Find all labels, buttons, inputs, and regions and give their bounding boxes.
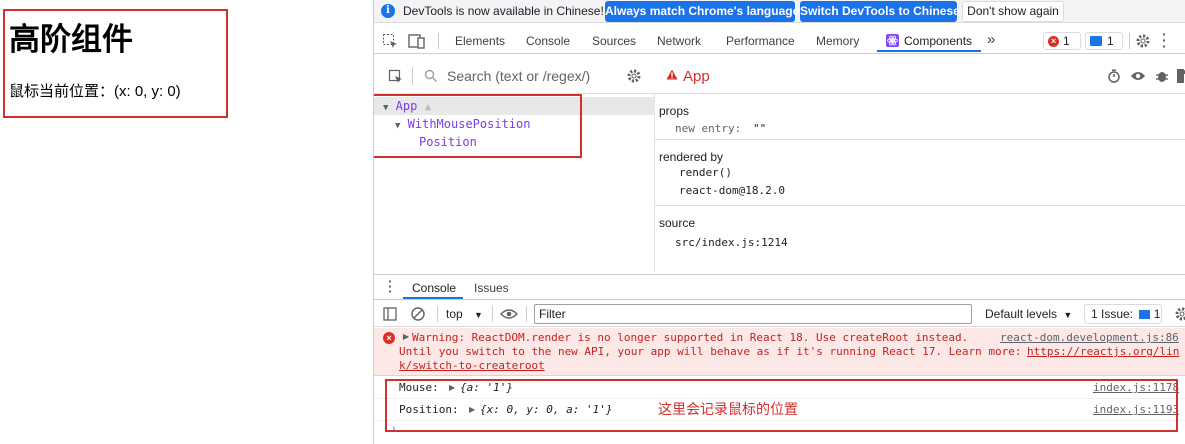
context-value: top xyxy=(446,307,463,321)
tab-elements[interactable]: Elements xyxy=(455,34,505,48)
props-new-entry-value[interactable]: "" xyxy=(753,122,766,135)
expand-arrow-icon[interactable]: ▶ xyxy=(403,332,409,341)
message-count-badge[interactable]: 1 xyxy=(1085,32,1123,50)
settings-gear-icon[interactable] xyxy=(1135,33,1151,49)
dropdown-arrow-icon: ▼ xyxy=(474,310,483,320)
component-search-input[interactable]: Search (text or /regex/) xyxy=(447,68,590,84)
props-label: props xyxy=(659,104,690,118)
source-section: source src/index.js:1214 xyxy=(655,206,1185,272)
tab-separator xyxy=(1129,33,1130,49)
infobar-message: DevTools is now available in Chinese! xyxy=(403,4,604,18)
error-icon: × xyxy=(1048,36,1059,47)
console-warning-message[interactable]: × ▶ Warning: ReactDOM.render is no longe… xyxy=(374,328,1185,376)
drawer-tab-bar: · · · Console Issues xyxy=(374,274,1185,300)
annotation-box-page xyxy=(3,9,228,118)
match-language-button[interactable]: Always match Chrome's language xyxy=(605,1,799,22)
error-count: 1 xyxy=(1063,34,1070,48)
component-settings-icon[interactable] xyxy=(626,68,642,84)
tab-network[interactable]: Network xyxy=(657,34,701,48)
warning-line-2: Until you switch to the new API, your ap… xyxy=(399,345,1022,358)
message-icon xyxy=(1090,36,1102,46)
tab-console[interactable]: Console xyxy=(526,34,570,48)
annotation-box-tree xyxy=(374,94,582,158)
rendered-by-section: rendered by render() react-dom@18.2.0 xyxy=(655,140,1185,206)
props-section: props new entry: "" xyxy=(655,94,1185,140)
more-tabs-button[interactable]: » xyxy=(987,31,995,48)
toolbar-separator xyxy=(412,67,413,85)
components-search-toolbar: Search (text or /regex/) xyxy=(374,56,655,94)
view-source-icon[interactable] xyxy=(1177,69,1185,83)
source-location[interactable]: src/index.js:1214 xyxy=(675,236,788,249)
toolbar-separator xyxy=(492,306,493,322)
warning-docs-link[interactable]: https://reactjs.org/lin xyxy=(1027,345,1179,359)
annotation-box-console xyxy=(385,379,1178,432)
tab-memory[interactable]: Memory xyxy=(816,34,859,48)
dont-show-again-button[interactable]: Don't show again xyxy=(962,1,1064,22)
sidebar-toggle-icon[interactable] xyxy=(383,307,397,321)
toolbar-separator xyxy=(437,306,438,322)
console-filter-input[interactable]: Filter xyxy=(534,304,972,324)
switch-chinese-button[interactable]: Switch DevTools to Chinese xyxy=(800,1,960,22)
language-infobar: i DevTools is now available in Chinese! … xyxy=(374,0,1185,23)
log-levels-dropdown[interactable]: Default levels ▼ xyxy=(985,307,1072,321)
source-label: source xyxy=(659,216,696,230)
stopwatch-icon[interactable] xyxy=(1107,69,1121,83)
drawer-active-indicator xyxy=(403,297,463,299)
tab-separator xyxy=(438,33,439,49)
rendered-by-react-dom: react-dom@18.2.0 xyxy=(679,184,785,197)
component-details: App props new entry: "" rendered by rend… xyxy=(655,56,1185,272)
rendered-by-label: rendered by xyxy=(659,150,724,164)
console-settings-icon[interactable] xyxy=(1174,306,1185,322)
react-components-icon xyxy=(886,34,899,47)
selected-component-name: App xyxy=(683,68,710,85)
message-count: 1 xyxy=(1107,34,1114,48)
main-tab-bar: Elements Console Sources Network Perform… xyxy=(374,27,1185,54)
log-levels-value: Default levels xyxy=(985,307,1058,321)
bug-icon[interactable] xyxy=(1155,68,1169,84)
drawer-tab-console[interactable]: Console xyxy=(412,281,456,295)
context-selector[interactable]: top ▼ xyxy=(446,307,483,321)
dropdown-arrow-icon: ▼ xyxy=(1063,310,1073,320)
active-tab-indicator xyxy=(877,50,981,52)
devtools-panel: i DevTools is now available in Chinese! … xyxy=(373,0,1185,444)
tab-sources[interactable]: Sources xyxy=(592,34,636,48)
error-icon: × xyxy=(383,332,395,344)
eye-icon[interactable] xyxy=(1130,70,1146,82)
issues-count: 1 xyxy=(1153,307,1161,321)
rendered-by-render[interactable]: render() xyxy=(679,166,732,179)
issues-counter-button[interactable]: 1 Issue: 1 xyxy=(1084,304,1162,324)
props-new-entry-key[interactable]: new entry: xyxy=(675,122,741,135)
info-icon: i xyxy=(381,4,395,18)
clear-console-icon[interactable] xyxy=(410,306,426,322)
warning-line-1: Warning: ReactDOM.render is no longer su… xyxy=(412,331,969,344)
tab-performance[interactable]: Performance xyxy=(726,34,795,48)
drawer-menu-icon[interactable]: · · · xyxy=(388,274,393,298)
issue-message-icon xyxy=(1139,310,1151,319)
search-icon xyxy=(424,69,437,82)
warning-docs-link-cont[interactable]: k/switch-to-createroot xyxy=(399,359,545,373)
tab-components[interactable]: Components xyxy=(904,34,972,48)
inspect-element-icon[interactable] xyxy=(382,33,398,49)
toolbar-separator xyxy=(526,306,527,322)
device-toolbar-icon[interactable] xyxy=(408,33,426,49)
live-expression-eye-icon[interactable] xyxy=(500,307,518,321)
more-options-icon[interactable]: · · · xyxy=(1162,27,1167,53)
select-component-icon[interactable] xyxy=(388,69,404,85)
drawer-tab-issues[interactable]: Issues xyxy=(474,281,509,295)
issues-label: 1 Issue: xyxy=(1091,307,1134,321)
component-tree: ▼ App ▲ ▼ WithMousePosition Position xyxy=(374,94,655,272)
warning-source-link[interactable]: react-dom.development.js:86 xyxy=(1000,331,1179,345)
selected-component-header: App xyxy=(655,56,1185,94)
error-count-badge[interactable]: × 1 xyxy=(1043,32,1081,50)
warning-triangle-icon xyxy=(666,69,678,80)
